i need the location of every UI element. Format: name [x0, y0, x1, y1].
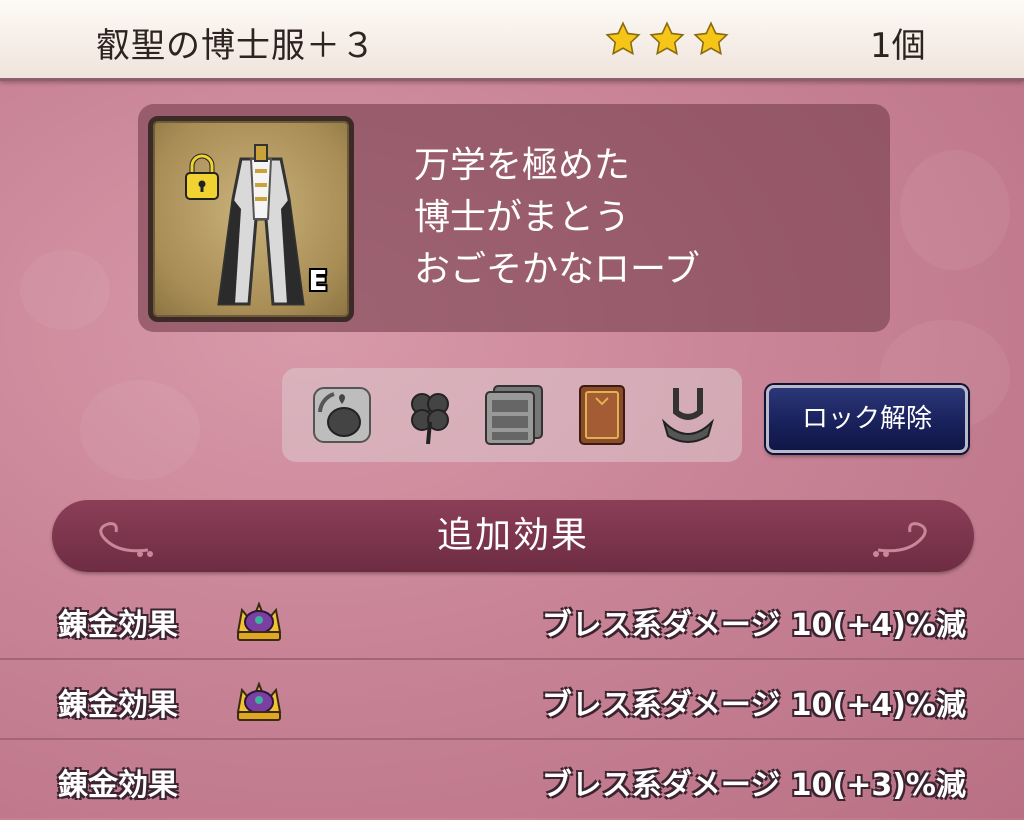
flourish-ornament-icon — [873, 522, 927, 557]
item-count: 1個 — [870, 26, 926, 66]
item-icon-frame[interactable]: E — [148, 116, 354, 322]
crown-icon — [236, 601, 282, 641]
star-icon — [693, 21, 729, 56]
effect-row: 錬金効果 ブレス系ダメージ 10(+4)%減 — [0, 660, 1024, 740]
item-description: 万学を極めた 博士がまとう おごそかなローブ — [414, 140, 700, 296]
fork-tool-icon[interactable] — [656, 382, 720, 448]
star-icon — [649, 21, 685, 56]
effect-label: 錬金効果 — [58, 768, 178, 803]
action-icon-tray — [282, 368, 742, 462]
effect-label: 錬金効果 — [58, 608, 178, 643]
effect-value: ブレス系ダメージ 10(+3)%減 — [541, 768, 966, 803]
effect-value: ブレス系ダメージ 10(+4)%減 — [541, 608, 966, 643]
description-line: 万学を極めた — [414, 145, 631, 186]
effect-row: 錬金効果 ブレス系ダメージ 10(+3)%減 — [0, 740, 1024, 820]
section-header: 追加効果 — [52, 500, 974, 572]
effect-value: ブレス系ダメージ 10(+4)%減 — [541, 688, 966, 723]
equipped-badge: E — [308, 264, 328, 297]
book-icon[interactable] — [570, 382, 634, 448]
item-header: 叡聖の博士服＋３ 1個 — [0, 0, 1024, 81]
storage-drawers-icon[interactable] — [482, 382, 546, 448]
background-decoration — [80, 380, 200, 480]
star-icon — [605, 21, 641, 56]
effect-label: 錬金効果 — [58, 688, 178, 723]
background-decoration — [900, 150, 1010, 270]
description-line: 博士がまとう — [414, 197, 631, 238]
effect-row: 錬金効果 ブレス系ダメージ 10(+4)%減 — [0, 580, 1024, 660]
clover-icon[interactable] — [398, 382, 462, 448]
item-name: 叡聖の博士服＋３ — [96, 26, 376, 66]
unlock-button[interactable]: ロック解除 — [766, 385, 968, 453]
section-title: 追加効果 — [436, 515, 589, 556]
crown-icon — [236, 681, 282, 721]
background-decoration — [20, 250, 110, 330]
reroll-bag-icon[interactable] — [310, 382, 374, 448]
description-line: おごそかなローブ — [414, 249, 700, 290]
rarity-stars — [604, 20, 730, 58]
robe-icon — [217, 144, 305, 306]
